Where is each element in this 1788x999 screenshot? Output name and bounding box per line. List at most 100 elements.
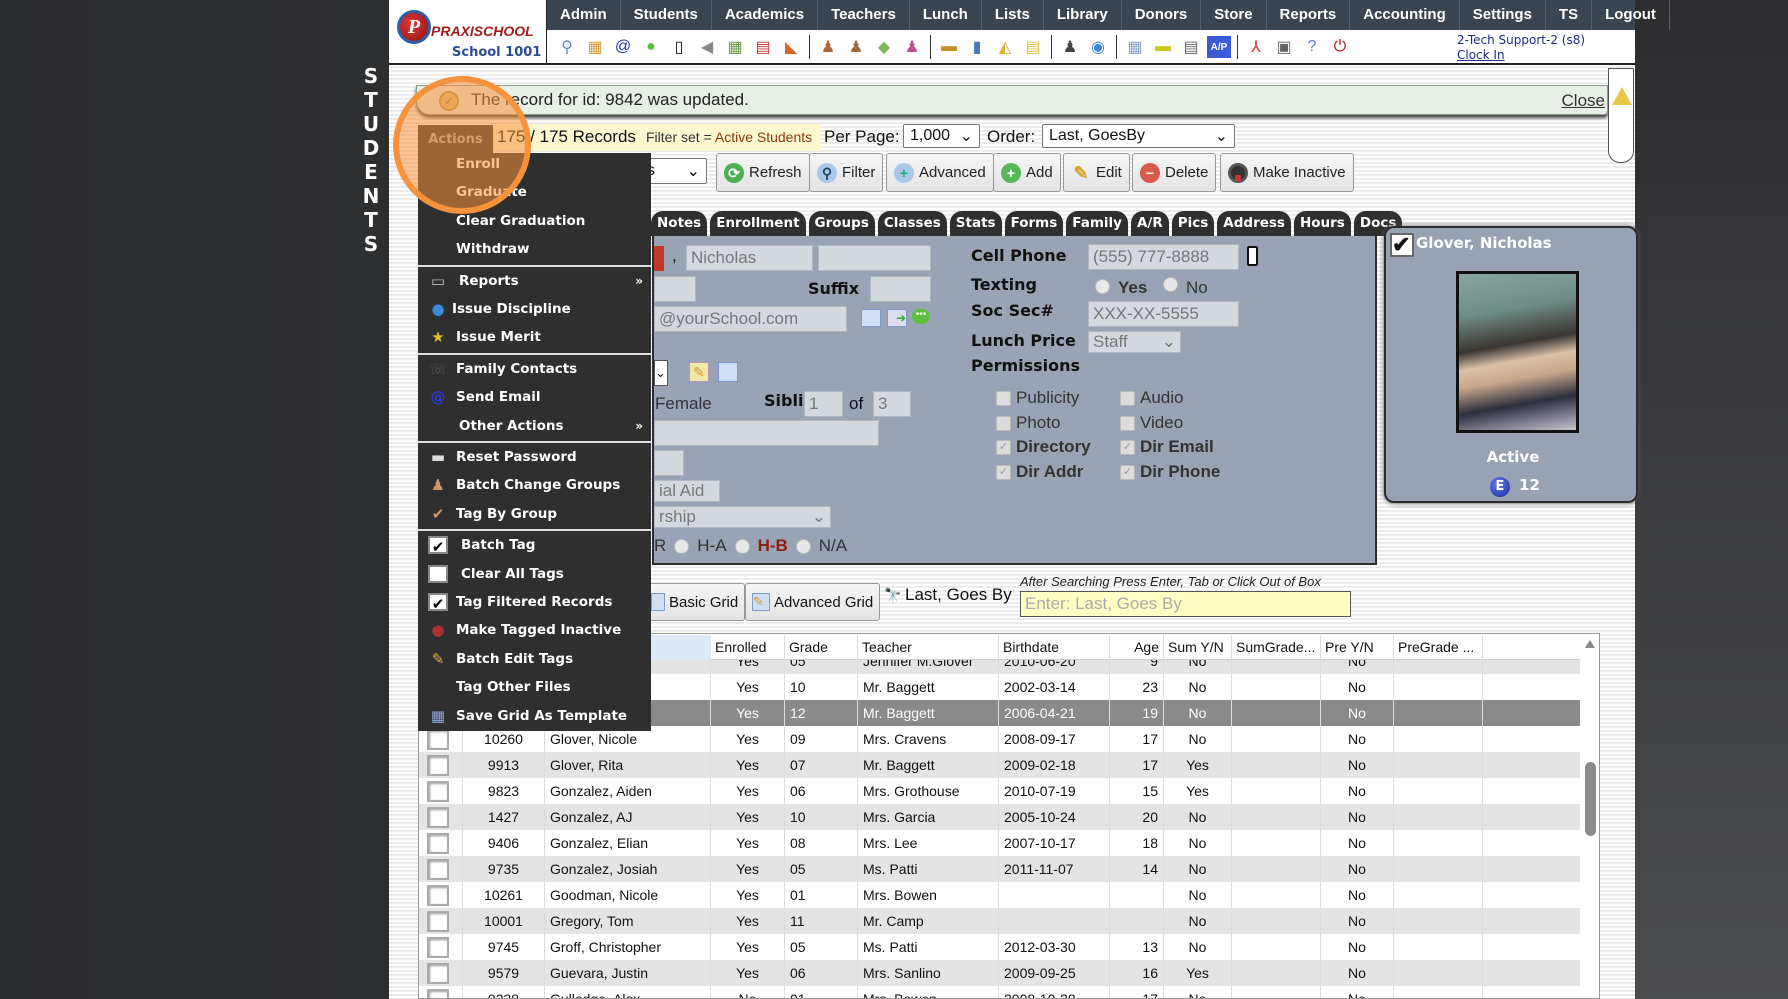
user-icon[interactable]: ♟ [844,36,868,58]
refresh-button[interactable]: ⟳ Refresh [716,153,810,192]
tab-classes[interactable]: Classes [877,211,947,236]
nav-settings[interactable]: Settings [1460,0,1546,30]
row-checkbox[interactable] [427,807,449,828]
menu-item-batch-change-groups[interactable]: ♟ Batch Change Groups [418,471,651,499]
menu-item-reset-password[interactable]: ▬ Reset Password [418,443,651,471]
calendar-icon[interactable]: ▤ [751,36,775,58]
add-user-icon[interactable]: ♟ [816,36,840,58]
help-icon[interactable]: ? [1300,36,1324,58]
book-icon[interactable]: ▮ [965,36,989,58]
notification-close-link[interactable]: Close [1562,91,1605,111]
nav-lunch[interactable]: Lunch [910,0,982,30]
menu-item-save-grid-as-template[interactable]: ▦ Save Grid As Template [418,702,651,730]
grid-header-cell[interactable]: Age [1110,635,1164,660]
edit-note-icon[interactable]: ✎ [689,362,709,382]
permission-checkbox[interactable]: ✓ [996,464,1011,480]
chat-icon[interactable]: ● [639,36,663,58]
menu-item-withdraw[interactable]: Withdraw [418,235,651,263]
schedule-icon[interactable]: ▦ [723,36,747,58]
make-inactive-button[interactable]: Make Inactive [1220,153,1354,192]
table-row[interactable]: 10261 Goodman, Nicole Yes 01 Mrs. Bowen No No [419,882,1580,908]
megaphone-icon[interactable]: ◣ [779,36,803,58]
note-arrow-icon[interactable]: ▤ [1021,36,1045,58]
scroll-thumb[interactable] [1585,762,1596,836]
grid-header-cell[interactable]: Enrolled [711,635,785,660]
nav-students[interactable]: Students [621,0,712,30]
table-row[interactable]: 9406 Gonzalez, Elian Yes 08 Mrs. Lee 2007-10-… [419,830,1580,856]
permission-checkbox[interactable] [996,415,1011,431]
card-printer-icon[interactable]: ▤ [1179,36,1203,58]
texting-no-radio[interactable] [1163,277,1178,292]
menu-item-tag-other-files[interactable]: Tag Other Files [418,673,651,701]
permission-checkbox[interactable]: ✓ [996,440,1011,455]
sibling-total-input[interactable]: 3 [873,391,911,417]
grid-header-cell[interactable]: PreGrade ... [1394,635,1483,660]
side-panel-tab[interactable] [1608,68,1634,163]
calendar-grid-icon[interactable]: ▦ [583,36,607,58]
nav-academics[interactable]: Academics [712,0,819,30]
menu-item-send-email[interactable]: @ Send Email [418,383,651,411]
permission-checkbox[interactable]: ✓ [1120,464,1135,480]
menu-item-reports[interactable]: ▭ Reports » [418,267,651,295]
cash-register-icon[interactable]: ▣ [1272,36,1296,58]
cellphone-icon[interactable]: ▯ [667,36,691,58]
nav-store[interactable]: Store [1201,0,1267,30]
nav-donors[interactable]: Donors [1122,0,1202,30]
menu-item-clear-all-tags[interactable]: Clear All Tags [418,560,651,588]
nav-teachers[interactable]: Teachers [818,0,910,30]
texting-yes-radio[interactable] [1095,279,1110,294]
tab-groups[interactable]: Groups [808,211,875,236]
name-field-2[interactable] [654,276,696,302]
mail-icon[interactable] [861,309,881,327]
table-row[interactable]: 9579 Guevara, Justin Yes 06 Mrs. Sanlino 2009… [419,960,1580,986]
grid-header-cell[interactable]: SumGrade... [1232,635,1321,660]
tab-pics[interactable]: Pics [1171,211,1215,236]
menu-item-issue-discipline[interactable]: ● Issue Discipline [418,295,651,323]
menu-item-batch-edit-tags[interactable]: ✎ Batch Edit Tags [418,645,651,673]
permission-checkbox[interactable] [996,391,1011,406]
pdf-icon[interactable]: ⅄ [1244,36,1268,58]
alarm-clock-icon[interactable]: ◉ [1086,36,1110,58]
money-icon[interactable]: ◆ [872,36,896,58]
email-input[interactable]: @yourSchool.com [654,306,847,332]
menu-item-enroll[interactable]: Enroll [418,150,651,178]
row-checkbox[interactable] [427,963,449,984]
housing-radio[interactable] [795,538,811,554]
tab-forms[interactable]: Forms [1004,211,1064,236]
search-icon[interactable]: ⚲ [555,36,579,58]
nav-lists[interactable]: Lists [982,0,1044,30]
menu-item-tag-filtered-records[interactable]: ✔ Tag Filtered Records [418,588,651,616]
menu-item-issue-merit[interactable]: ★ Issue Merit [418,323,651,351]
ssn-input[interactable]: XXX-XX-5555 [1088,301,1239,327]
nav-admin[interactable]: Admin [547,0,621,30]
teacher-icon[interactable]: ♟ [1058,36,1082,58]
nav-reports[interactable]: Reports [1267,0,1351,30]
tab-hours[interactable]: Hours [1293,211,1351,236]
table-row[interactable]: 9823 Gonzalez, Aiden Yes 06 Mrs. Grothouse 20… [419,778,1580,804]
first-name-input[interactable]: Nicholas [686,245,813,271]
grid-header-cell[interactable]: Birthdate [999,635,1110,660]
advanced-grid-button[interactable]: ✎ Advanced Grid [745,583,881,621]
suffix-input[interactable] [870,276,931,302]
grid-header-cell[interactable]: Pre Y/N [1321,635,1394,660]
row-checkbox[interactable] [427,729,449,750]
filter-button[interactable]: ⚲ Filter [809,153,884,192]
logo[interactable]: P PRAXISCHOOL School 1001 [389,0,547,63]
delete-button[interactable]: − Delete [1132,153,1217,192]
row-checkbox[interactable] [427,937,449,958]
cell-phone-input[interactable]: (555) 777-8888 [1088,244,1239,270]
housing-radio[interactable] [734,538,750,554]
power-icon[interactable]: ⏻ [1328,36,1352,58]
at-email-icon[interactable]: @ [611,36,635,58]
basic-grid-button[interactable]: Basic Grid [644,583,746,621]
nav-accounting[interactable]: Accounting [1350,0,1460,30]
student-tag-checkbox[interactable]: ✔ [1390,233,1414,257]
permission-checkbox[interactable] [1120,391,1135,406]
row-checkbox[interactable] [427,859,449,880]
nav-logout[interactable]: Logout [1592,0,1670,30]
clock-in-link[interactable]: Clock In [1457,48,1585,63]
row-checkbox[interactable] [427,755,449,776]
tab-stats[interactable]: Stats [949,211,1002,236]
lunch-price-select[interactable]: Staff ⌄ [1088,331,1181,353]
per-page-select[interactable]: 1,000 ⌄ [903,124,980,148]
